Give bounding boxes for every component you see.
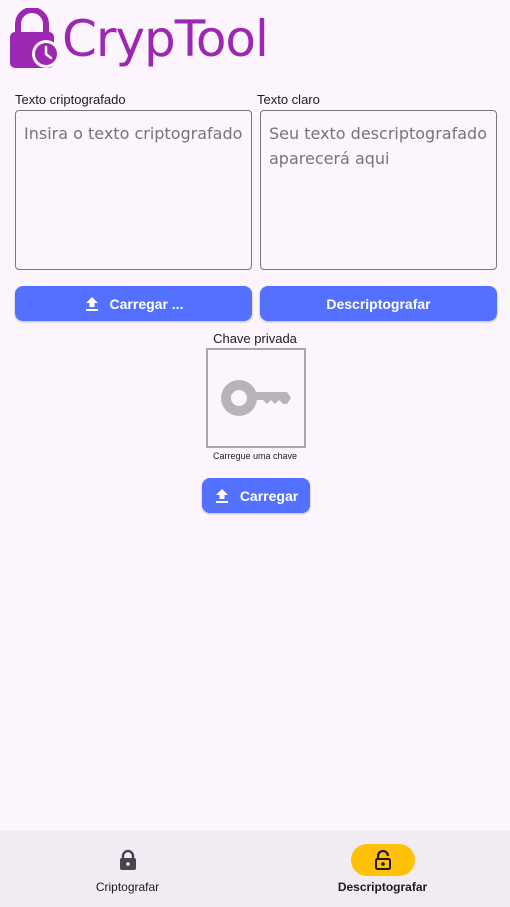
load-key-label: Carregar <box>239 487 299 504</box>
upload-icon <box>215 488 228 503</box>
upload-icon <box>85 296 98 311</box>
app-header: CrypTool <box>8 6 269 72</box>
lock-open-icon <box>374 849 391 870</box>
load-text-label: Carregar ... <box>109 295 184 312</box>
nav-label-decrypt: Descriptografar <box>337 880 428 894</box>
app-title: CrypTool <box>62 10 269 68</box>
encrypted-text-input[interactable] <box>15 110 252 270</box>
nav-item-decrypt[interactable]: Descriptografar <box>255 830 510 907</box>
bottom-navigation: Criptografar Descriptografar <box>0 830 510 907</box>
private-key-hint: Carregue uma chave <box>212 451 298 461</box>
nav-item-encrypt[interactable]: Criptografar <box>0 830 255 907</box>
load-key-button[interactable]: Carregar <box>202 478 310 513</box>
private-key-label: Chave privada <box>213 331 297 346</box>
private-key-dropzone[interactable] <box>206 348 306 448</box>
decrypt-button[interactable]: Descriptografar <box>260 286 497 321</box>
key-icon <box>221 380 291 416</box>
nav-pill-active <box>350 844 415 876</box>
nav-label-encrypt: Criptografar <box>95 880 160 894</box>
encrypted-text-label: Texto criptografado <box>15 92 126 107</box>
nav-pill <box>96 844 160 876</box>
lock-clock-icon <box>10 8 60 68</box>
load-text-button[interactable]: Carregar ... <box>15 286 252 321</box>
lock-icon <box>119 849 136 870</box>
decrypt-label: Descriptografar <box>326 295 431 312</box>
plain-text-label: Texto claro <box>257 92 320 107</box>
plain-text-output[interactable] <box>260 110 497 270</box>
